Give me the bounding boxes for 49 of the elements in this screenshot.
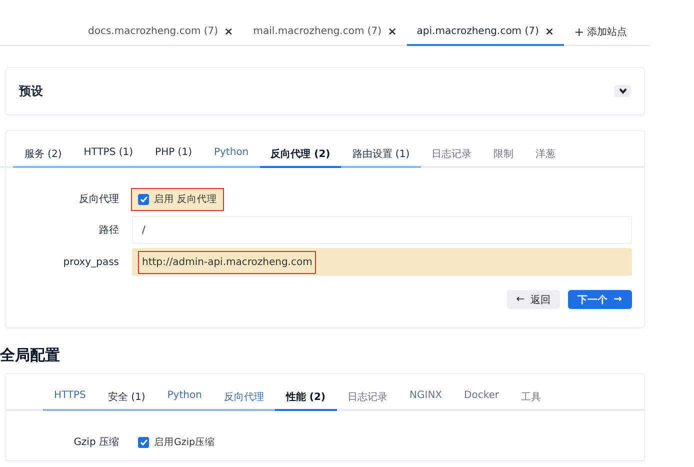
checkbox-option[interactable]: 启用Gzip压缩 — [132, 432, 222, 452]
tab[interactable]: 路由设置 (1) — [341, 143, 421, 168]
site-tab-label: api.macrozheng.com (7) — [416, 26, 539, 37]
field-label: 路径 — [99, 224, 119, 237]
site-tab[interactable]: api.macrozheng.com (7) × — [406, 22, 564, 46]
section-heading: 全局配置 — [0, 346, 60, 364]
tab[interactable]: 日志记录 — [336, 386, 399, 411]
chevron-icon — [618, 88, 626, 94]
tab[interactable]: NGINX — [398, 386, 454, 411]
checkbox[interactable] — [138, 436, 149, 448]
tab[interactable]: 反向代理 (2) — [260, 143, 342, 168]
checkbox[interactable] — [138, 194, 149, 204]
tab[interactable]: 工具 — [510, 386, 552, 411]
close-icon[interactable]: × — [224, 25, 234, 38]
tab[interactable]: 反向代理 — [212, 386, 275, 411]
text-field[interactable]: / — [132, 216, 632, 244]
field-label: 反向代理 — [79, 193, 119, 206]
tab[interactable]: Python — [156, 386, 213, 411]
tab[interactable]: 安全 (1) — [96, 386, 156, 411]
text-field[interactable]: http://admin-api.macrozheng.com — [132, 248, 632, 276]
close-icon[interactable]: × — [388, 25, 397, 38]
next-button[interactable]: 下一个 → — [568, 290, 632, 309]
back-button[interactable]: ← 返回 — [507, 290, 560, 309]
field-label: Gzip 压缩 — [74, 436, 119, 449]
tab[interactable]: 限制 — [482, 143, 525, 168]
tab[interactable]: Docker — [453, 386, 510, 411]
close-icon[interactable]: × — [544, 25, 554, 38]
plus-icon: + — [574, 25, 584, 39]
tab[interactable]: 日志记录 — [420, 143, 483, 168]
preset-title: 预设 — [19, 82, 43, 100]
site-tab-label: mail.macrozheng.com (7) — [253, 26, 382, 37]
add-site-link[interactable]: + 添加站点 — [564, 22, 638, 45]
field-value: / — [142, 224, 146, 236]
tab[interactable]: PHP (1) — [144, 143, 203, 168]
left-arrow-icon: ← — [516, 294, 525, 305]
field-label: proxy_pass — [63, 256, 119, 268]
site-tab[interactable]: mail.macrozheng.com (7) × — [243, 22, 407, 46]
add-site-label: 添加站点 — [587, 26, 628, 39]
site-tab[interactable]: docs.macrozheng.com (7) × — [78, 22, 244, 46]
tab[interactable]: 洋葱 — [524, 143, 567, 168]
tab[interactable]: HTTPS — [42, 386, 97, 411]
tab[interactable]: 性能 (2) — [274, 386, 337, 411]
expand-button[interactable] — [614, 85, 631, 97]
right-arrow-icon: → — [614, 294, 622, 305]
tab[interactable]: Python — [202, 143, 260, 168]
tab[interactable]: HTTPS (1) — [72, 143, 144, 168]
tab[interactable]: 服务 (2) — [13, 143, 73, 168]
checkbox-option[interactable]: 启用 反向代理 — [132, 188, 224, 210]
site-tab-label: docs.macrozheng.com (7) — [88, 26, 218, 37]
